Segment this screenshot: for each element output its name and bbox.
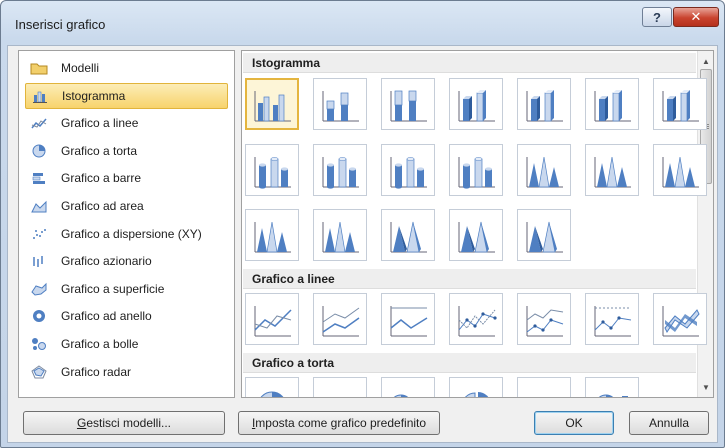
column-chart-subtype-thumb[interactable] <box>653 78 707 130</box>
surface-chart-icon <box>29 281 49 297</box>
pie-chart-subtype-thumb[interactable] <box>245 377 299 397</box>
column-chart-subtype-thumb[interactable] <box>313 209 367 261</box>
category-label: Grafico a superficie <box>61 281 165 296</box>
manage-templates-button[interactable]: Gestisci modelli... <box>23 411 225 435</box>
category-label: Grafico a torta <box>61 143 138 158</box>
category-item-6[interactable]: Grafico ad area <box>25 193 228 219</box>
title-bar[interactable]: Inserisci grafico ? ✕ <box>1 1 724 45</box>
column-chart-subtype-thumb[interactable] <box>245 78 299 130</box>
column-chart-subtype-thumb[interactable] <box>381 209 435 261</box>
category-label: Grafico azionario <box>61 254 152 269</box>
column-chart-subtype-thumb[interactable] <box>517 78 571 130</box>
column-chart-subtype-thumb[interactable] <box>245 209 299 261</box>
ok-button[interactable]: OK <box>534 411 614 435</box>
category-item-9[interactable]: Grafico a superficie <box>25 276 228 302</box>
help-icon: ? <box>653 9 661 25</box>
category-item-8[interactable]: Grafico azionario <box>25 248 228 274</box>
line-chart-subtype-thumb[interactable] <box>313 293 367 345</box>
category-label: Grafico radar <box>61 364 132 379</box>
doughnut-chart-icon <box>29 308 49 324</box>
line-chart-icon <box>29 115 49 131</box>
category-item-3[interactable]: Grafico a linee <box>25 110 228 136</box>
close-icon: ✕ <box>690 9 702 24</box>
gallery-section-header: Grafico a linee <box>243 269 696 289</box>
column-chart-subtype-thumb[interactable] <box>517 209 571 261</box>
line-chart-subtype-thumb[interactable] <box>449 293 503 345</box>
line-chart-subtype-thumb[interactable] <box>585 293 639 345</box>
set-default-label: mposta come grafico predefinito <box>255 416 427 430</box>
close-button[interactable]: ✕ <box>673 7 719 27</box>
folder-icon <box>29 60 49 76</box>
pie-chart-icon <box>29 143 49 159</box>
category-item-10[interactable]: Grafico ad anello <box>25 303 228 329</box>
column-chart-subtype-thumb[interactable] <box>449 78 503 130</box>
gallery-section-header: Istogramma <box>243 53 696 73</box>
radar-chart-icon <box>29 364 49 380</box>
category-item-11[interactable]: Grafico a bolle <box>25 331 228 357</box>
column-chart-subtype-thumb[interactable] <box>381 144 435 196</box>
column-chart-subtype-thumb[interactable] <box>585 144 639 196</box>
column-chart-subtype-thumb[interactable] <box>517 144 571 196</box>
column-chart-subtype-thumb[interactable] <box>381 78 435 130</box>
category-label: Istogramma <box>62 88 126 103</box>
category-item-4[interactable]: Grafico a torta <box>25 138 228 164</box>
help-button[interactable]: ? <box>642 7 672 27</box>
area-chart-icon <box>29 198 49 214</box>
ok-label: OK <box>565 416 583 430</box>
scatter-chart-icon <box>29 226 49 242</box>
pie-chart-subtype-thumb[interactable] <box>585 377 639 397</box>
pie-chart-subtype-thumb[interactable] <box>381 377 435 397</box>
bubble-chart-icon <box>29 336 49 352</box>
dialog-title: Inserisci grafico <box>15 17 106 32</box>
set-default-chart-button[interactable]: Imposta come grafico predefinito <box>238 411 440 435</box>
category-item-12[interactable]: Grafico radar <box>25 359 228 385</box>
cancel-label: Annulla <box>648 416 690 430</box>
line-chart-subtype-thumb[interactable] <box>381 293 435 345</box>
pie-chart-subtype-thumb[interactable] <box>449 377 503 397</box>
category-label: Modelli <box>61 61 100 75</box>
category-item-5[interactable]: Grafico a barre <box>25 165 228 191</box>
pie-chart-subtype-thumb[interactable] <box>313 377 367 397</box>
column-chart-subtype-thumb[interactable] <box>449 209 503 261</box>
line-chart-subtype-thumb[interactable] <box>245 293 299 345</box>
category-label: Grafico a bolle <box>61 337 139 351</box>
chart-category-list: Modelli Istogramma Grafico a linee Grafico … <box>18 50 235 398</box>
scroll-up-arrow-icon[interactable]: ▲ <box>698 53 713 69</box>
column-chart-subtype-thumb[interactable] <box>449 144 503 196</box>
bar-chart-icon <box>29 170 49 186</box>
manage-templates-accesskey: G <box>76 416 87 430</box>
pie-chart-subtype-thumb[interactable] <box>517 377 571 397</box>
category-label: Grafico a dispersione (XY) <box>61 226 202 241</box>
column-chart-subtype-thumb[interactable] <box>313 144 367 196</box>
category-item-2[interactable]: Istogramma <box>25 82 228 109</box>
stock-chart-icon <box>29 253 49 269</box>
column-chart-subtype-thumb[interactable] <box>245 144 299 196</box>
category-label: Grafico ad anello <box>61 309 152 324</box>
line-chart-subtype-thumb[interactable] <box>517 293 571 345</box>
category-item-7[interactable]: Grafico a dispersione (XY) <box>25 221 228 247</box>
cancel-button[interactable]: Annulla <box>629 411 709 435</box>
chart-subtype-gallery: ▲ ▼ Istogramma Grafico a linee Grafico a t… <box>241 50 714 398</box>
line-chart-subtype-thumb[interactable] <box>653 293 707 345</box>
column-chart-subtype-thumb[interactable] <box>313 78 367 130</box>
category-label: Grafico a linee <box>61 116 139 131</box>
gallery-section-header: Grafico a torta <box>243 353 696 373</box>
scroll-down-arrow-icon[interactable]: ▼ <box>698 379 713 395</box>
column-chart-subtype-thumb[interactable] <box>585 78 639 130</box>
category-label: Grafico ad area <box>61 199 144 213</box>
category-label: Grafico a barre <box>61 171 142 186</box>
column-chart-subtype-thumb[interactable] <box>653 144 707 196</box>
column-chart-icon <box>30 88 50 104</box>
manage-templates-label: estisci modelli... <box>86 416 172 430</box>
category-item-1[interactable]: Modelli <box>25 55 228 81</box>
